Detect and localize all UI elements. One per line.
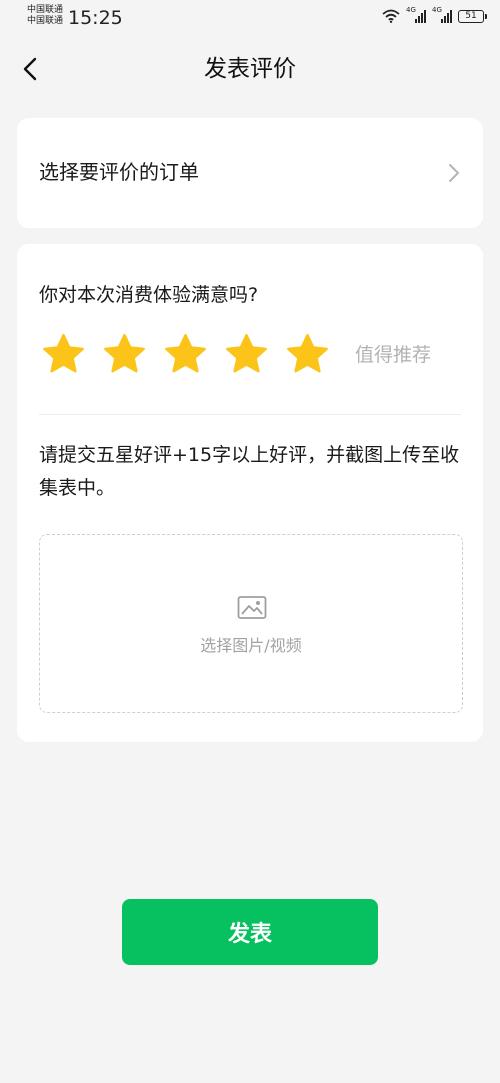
review-instruction: 请提交五星好评+15字以上好评，并截图上传至收集表中。: [39, 444, 460, 499]
carrier-1: 中国联通: [27, 5, 64, 15]
select-order-label: 选择要评价的订单: [39, 160, 199, 184]
battery-icon: 51: [458, 9, 487, 23]
upload-label: 选择图片/视频: [200, 636, 302, 655]
signal-icon-1: 4G: [406, 6, 426, 23]
carrier-2: 中国联通: [27, 16, 64, 26]
carrier-info: 中国联通 中国联通: [27, 5, 63, 27]
signal-icon-2: 4G: [432, 6, 452, 23]
divider: [39, 414, 461, 415]
review-card: 你对本次消费体验满意吗? 值得推荐 请提交五星好评+15字以上好评，并截图上传至…: [17, 244, 483, 742]
satisfaction-question: 你对本次消费体验满意吗?: [39, 284, 259, 306]
rating-text: 值得推荐: [355, 344, 432, 366]
header: 发表评价: [0, 44, 500, 94]
star-icon[interactable]: [102, 332, 147, 377]
status-time: 15:25: [68, 7, 123, 29]
star-icon[interactable]: [163, 332, 208, 377]
media-upload-box[interactable]: 选择图片/视频: [39, 534, 463, 713]
image-icon: [237, 596, 267, 619]
submit-button[interactable]: 发表: [122, 899, 378, 965]
select-order-row[interactable]: 选择要评价的订单: [17, 118, 483, 228]
status-bar: 中国联通 中国联通 15:25 4G 4G 51: [0, 0, 500, 36]
page-title: 发表评价: [204, 56, 296, 82]
star-icon[interactable]: [41, 332, 86, 377]
star-icon[interactable]: [285, 332, 330, 377]
star-icon[interactable]: [224, 332, 269, 377]
status-icons: 4G 4G 51: [382, 6, 487, 23]
star-rating[interactable]: [41, 332, 330, 377]
chevron-right-icon: [449, 164, 459, 182]
wifi-icon: [382, 9, 400, 23]
